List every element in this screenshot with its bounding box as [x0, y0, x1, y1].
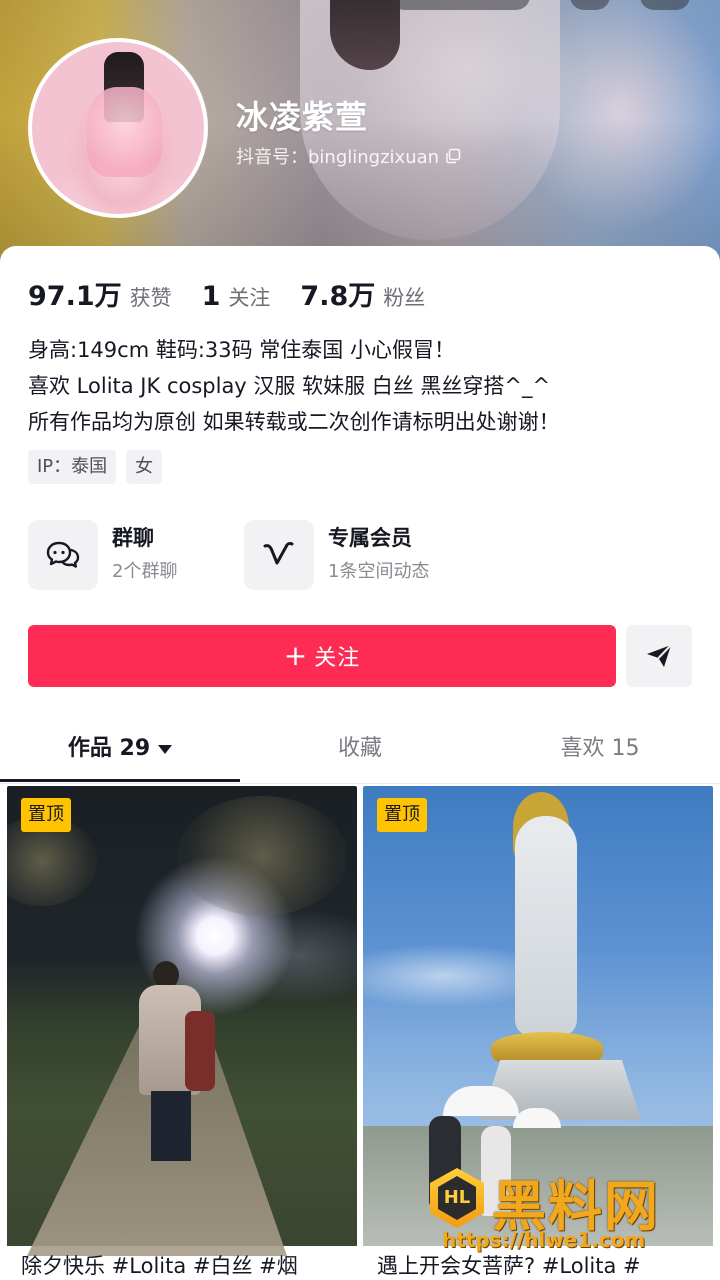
tabs-divider [0, 783, 720, 784]
site-watermark: HL 黑料网 https://hlwe1.com [430, 1162, 700, 1254]
vip-membership-text: 专属会员 1条空间动态 [328, 523, 429, 587]
tab-works[interactable]: 作品 29 [0, 720, 240, 782]
feature-title: 群聊 [112, 526, 154, 550]
bio-line: 所有作品均为原创 如果转载或二次创作请标明出处谢谢！ [28, 410, 560, 434]
caret-down-icon [158, 744, 173, 754]
profile-card: 97.1万 获赞 1 关注 7.8万 粉丝 身高:149cm 鞋码:33码 常住… [0, 246, 720, 1280]
thumbnail-people [139, 961, 215, 1161]
person-legs [151, 1091, 191, 1161]
douyin-id-row[interactable]: 抖音号：binglingzixuan [236, 143, 461, 169]
tab-label: 喜欢 15 [560, 736, 640, 761]
tag-gender: 女 [126, 450, 163, 484]
cover-figure [330, 0, 400, 70]
stat-label: 关注 [228, 286, 271, 310]
pinned-badge: 置顶 [21, 798, 71, 832]
tab-likes[interactable]: 喜欢 15 [480, 720, 720, 782]
statue-lotus-base [491, 1032, 603, 1062]
profile-tags: IP：泰国 女 [28, 450, 163, 484]
plus-icon: + [283, 639, 309, 672]
top-button-partial[interactable] [570, 0, 610, 10]
bio: 身高:149cm 鞋码:33码 常住泰国 小心假冒！ 喜欢 Lolita JK … [28, 332, 698, 440]
watermark-logo-text: HL [438, 1176, 476, 1220]
profile-page: 冰凌紫萱 抖音号：binglingzixuan 97.1万 获赞 1 关注 7.… [0, 0, 720, 1280]
chat-bubbles-icon [28, 520, 98, 590]
stat-label: 获赞 [129, 286, 172, 310]
follow-label: 关注 [314, 646, 361, 671]
group-chat-entry[interactable]: 群聊 2个群聊 [28, 520, 177, 590]
search-bar-partial[interactable] [390, 0, 530, 10]
stat-value: 1 [201, 281, 221, 312]
profile-name: 冰凌紫萱 [236, 98, 369, 136]
stat-value: 97.1万 [28, 281, 122, 312]
watermark-url: https://hlwe1.com [442, 1228, 646, 1252]
stat-likes[interactable]: 97.1万 获赞 [28, 274, 172, 313]
stat-followers[interactable]: 7.8万 粉丝 [300, 274, 425, 313]
follow-button[interactable]: + 关注 [28, 625, 616, 687]
video-card[interactable]: 置顶 除夕快乐 #Lolita #白丝 #烟 [7, 786, 357, 1280]
tab-label: 作品 29 [67, 736, 151, 761]
douyin-id-text: 抖音号：binglingzixuan [236, 147, 440, 168]
stat-value: 7.8万 [300, 281, 376, 312]
thumbnail-tree [177, 796, 347, 916]
tab-label: 收藏 [337, 736, 382, 761]
bio-line: 身高:149cm 鞋码:33码 常住泰国 小心假冒！ [28, 338, 455, 362]
send-icon [647, 644, 672, 667]
share-button[interactable] [626, 625, 692, 687]
more-button-partial[interactable] [640, 0, 690, 10]
stats-row: 97.1万 获赞 1 关注 7.8万 粉丝 [28, 274, 455, 313]
active-tab-indicator [0, 779, 240, 782]
vip-membership-entry[interactable]: 专属会员 1条空间动态 [244, 520, 429, 590]
feature-subtitle: 1条空间动态 [328, 561, 430, 582]
avatar[interactable] [28, 38, 208, 218]
tab-favorites[interactable]: 收藏 [240, 720, 480, 782]
feature-subtitle: 2个群聊 [112, 561, 178, 582]
feature-title: 专属会员 [328, 526, 412, 550]
bio-line: 喜欢 Lolita JK cosplay 汉服 软妹服 白丝 黑丝穿搭^_^ [28, 374, 551, 398]
video-caption: 除夕快乐 #Lolita #白丝 #烟 [21, 1254, 298, 1278]
stat-following[interactable]: 1 关注 [202, 281, 271, 312]
group-chat-text: 群聊 2个群聊 [112, 523, 177, 587]
vip-v-icon [244, 520, 314, 590]
content-tabs: 作品 29 收藏 喜欢 15 [0, 720, 720, 782]
copy-icon[interactable] [445, 148, 461, 164]
video-thumbnail [7, 786, 357, 1256]
pinned-badge: 置顶 [377, 798, 427, 832]
person-bag [185, 1011, 215, 1091]
stat-label: 粉丝 [383, 286, 426, 310]
tag-ip-location: IP：泰国 [28, 450, 117, 484]
watermark-logo-icon: HL [430, 1168, 484, 1228]
video-caption: 遇上开会女菩萨? #Lolita # [377, 1254, 641, 1278]
statue [515, 816, 577, 1036]
